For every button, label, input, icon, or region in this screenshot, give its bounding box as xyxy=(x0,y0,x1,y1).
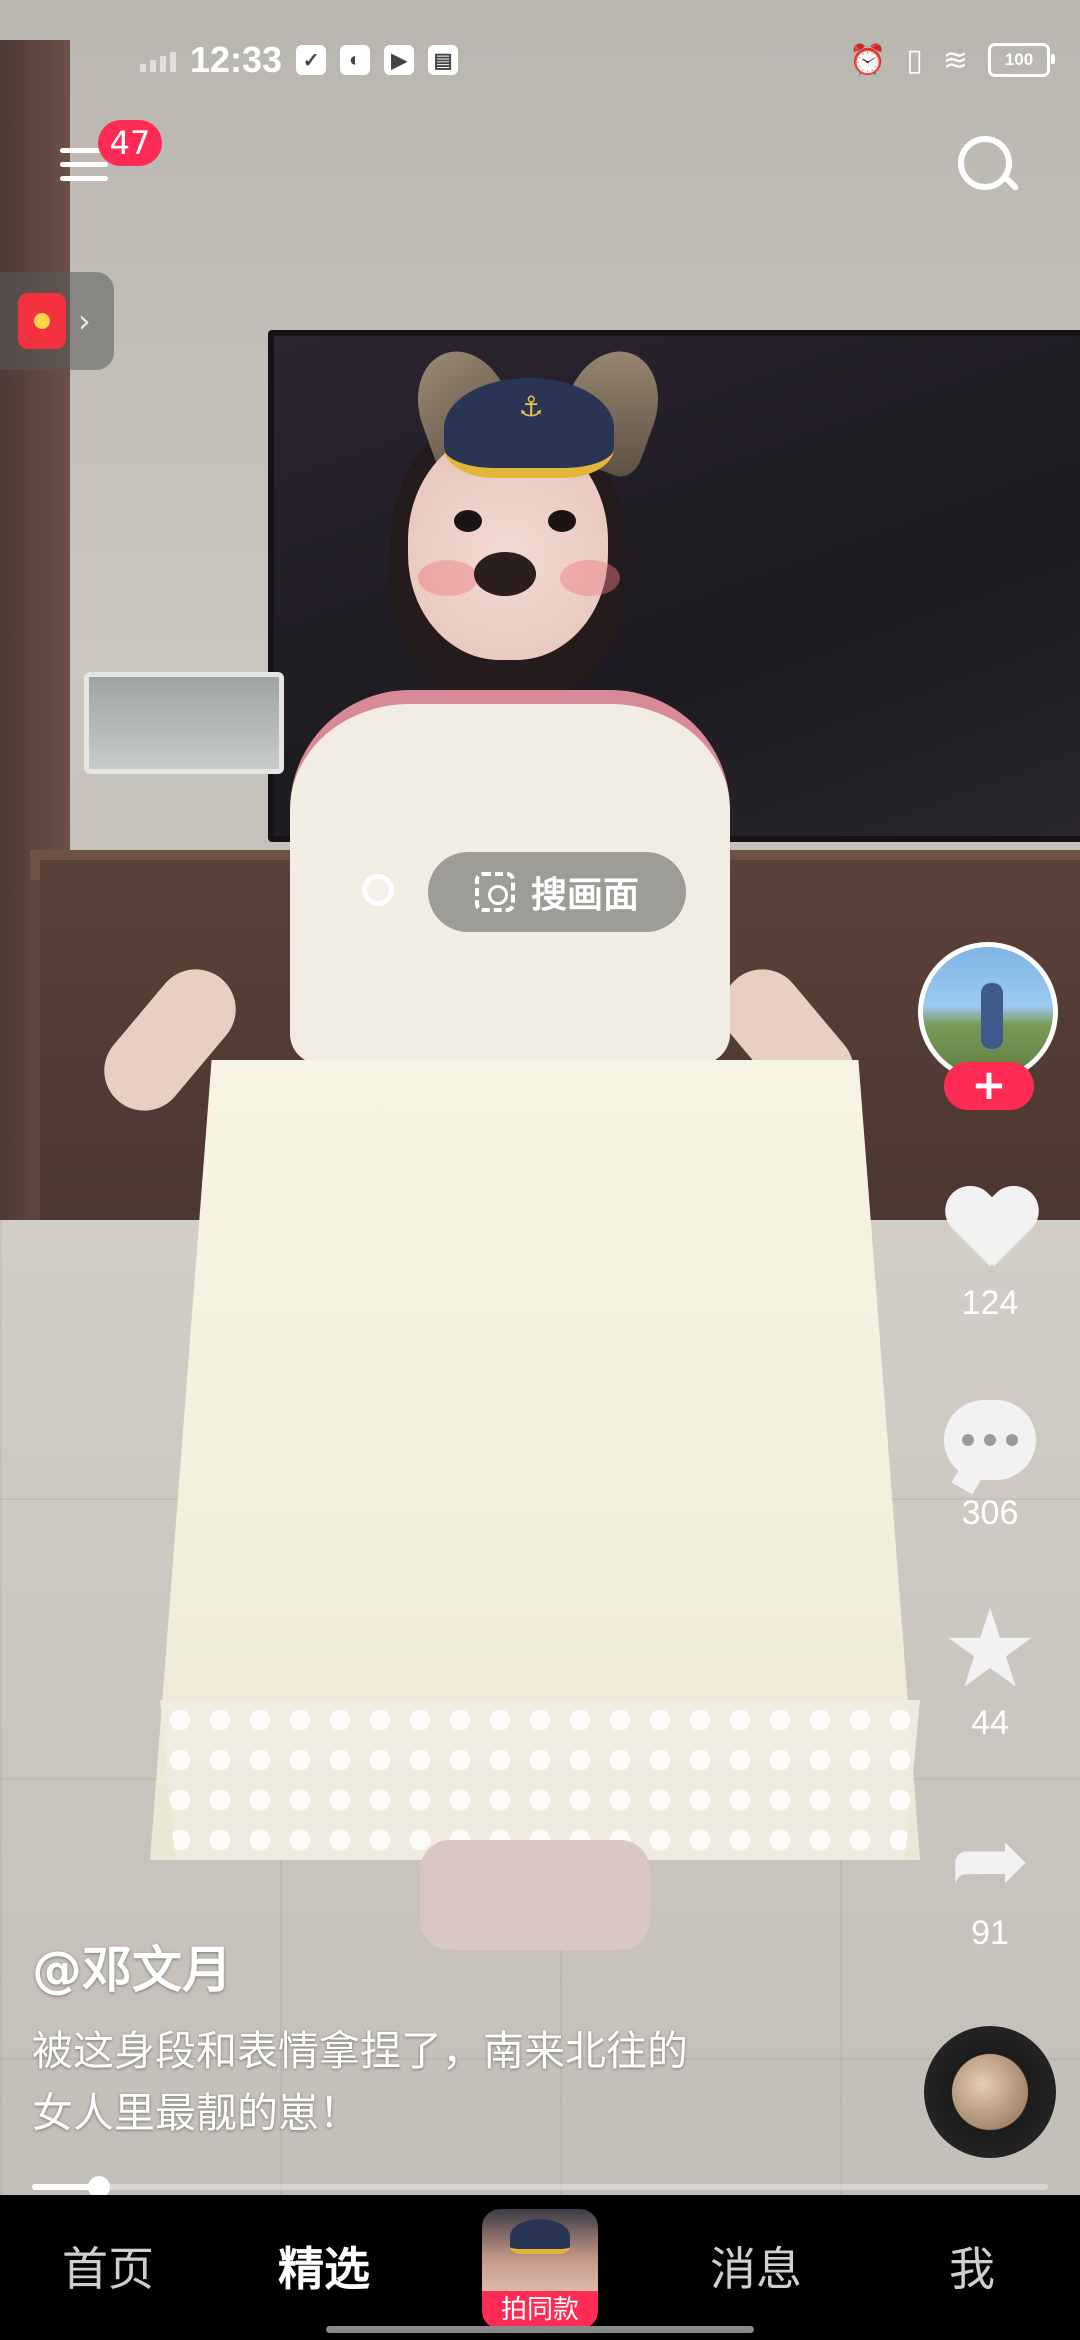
star-icon: ★ xyxy=(941,1587,1039,1712)
status-bar: 12:33 ✓ ◐ ▶ ▤ ⏰ ▯ ≋ 100 xyxy=(0,0,1080,120)
search-screen-button[interactable]: 搜画面 xyxy=(428,852,686,932)
signal-icon xyxy=(140,48,176,72)
blush-right xyxy=(560,560,620,596)
comment-count: 306 xyxy=(961,1494,1019,1532)
battery-level: 100 xyxy=(1004,50,1034,69)
captain-hat-thumbnail xyxy=(510,2219,570,2254)
favorite-button[interactable]: ★ 44 xyxy=(930,1587,1050,1743)
subject-eye-right xyxy=(548,510,576,532)
share-button[interactable]: ➦ 91 xyxy=(930,1810,1050,1953)
comment-button[interactable]: 306 xyxy=(930,1390,1050,1533)
share-icon: ➦ xyxy=(949,1804,1031,1916)
video-caption[interactable]: 被这身段和表情拿捏了，南来北往的 女人里最靓的崽！ xyxy=(32,2020,832,2144)
follow-button[interactable]: + xyxy=(944,1062,1034,1110)
scan-icon xyxy=(474,872,515,912)
like-count: 124 xyxy=(961,1284,1019,1322)
red-packet-tab[interactable]: › xyxy=(0,272,114,370)
task-check-icon: ✓ xyxy=(296,45,327,75)
subject-feet xyxy=(420,1840,650,1950)
chevron-right-icon: › xyxy=(78,302,91,340)
video-progress-bar[interactable] xyxy=(32,2176,1048,2198)
like-button[interactable]: 124 xyxy=(930,1180,1050,1323)
nav-messages[interactable]: 消息 xyxy=(696,2233,816,2299)
dog-nose-sticker xyxy=(474,552,536,596)
music-disc-icon[interactable] xyxy=(924,2026,1056,2158)
red-packet-icon xyxy=(18,293,66,349)
app-screen: ⚓ 12:33 ✓ ◐ ▶ ▤ ⏰ ▯ ≋ 100 47 › 搜画面 + 124… xyxy=(0,0,1080,2340)
book-icon: ▤ xyxy=(428,45,459,75)
home-indicator[interactable] xyxy=(326,2326,754,2333)
status-right: ⏰ ▯ ≋ 100 xyxy=(848,43,1055,78)
heart-icon xyxy=(944,1188,1036,1272)
caption-line: 女人里最靓的崽！ xyxy=(32,2089,360,2137)
caption-line: 被这身段和表情拿捏了，南来北往的 xyxy=(32,2027,688,2075)
shoot-same-label[interactable]: 拍同款 xyxy=(482,2291,598,2329)
author-name[interactable]: @邓文月 xyxy=(32,1930,232,2002)
blush-left xyxy=(418,560,478,596)
search-screen-label: 搜画面 xyxy=(530,875,639,916)
status-time: 12:33 xyxy=(190,39,283,80)
status-left: 12:33 ✓ ◐ ▶ ▤ xyxy=(140,39,459,81)
alarm-icon: ⏰ xyxy=(848,43,887,77)
leaf-icon: ◐ xyxy=(340,45,371,75)
battery-icon: 100 xyxy=(988,43,1055,77)
nav-featured[interactable]: 精选 xyxy=(264,2233,384,2299)
wifi-icon: ≋ xyxy=(942,43,968,77)
subject-eye-left xyxy=(454,510,482,532)
skirt-lace-hem xyxy=(160,1700,920,1860)
video-player[interactable]: ⚓ xyxy=(0,0,1080,2195)
background-monitor xyxy=(84,672,284,774)
bottom-navigation: 首页 精选 拍同款 消息 我 xyxy=(0,2195,1080,2340)
nav-home[interactable]: 首页 xyxy=(48,2233,168,2299)
search-icon[interactable] xyxy=(952,130,1022,200)
anchor-icon: ⚓ xyxy=(518,390,544,423)
search-point-marker[interactable] xyxy=(362,874,394,906)
menu-notification-badge: 47 xyxy=(98,120,162,166)
play-icon: ▶ xyxy=(384,45,415,75)
nav-me[interactable]: 我 xyxy=(912,2233,1032,2299)
comment-icon xyxy=(944,1400,1036,1480)
share-count: 91 xyxy=(971,1914,1009,1952)
vibrate-icon: ▯ xyxy=(906,43,923,77)
